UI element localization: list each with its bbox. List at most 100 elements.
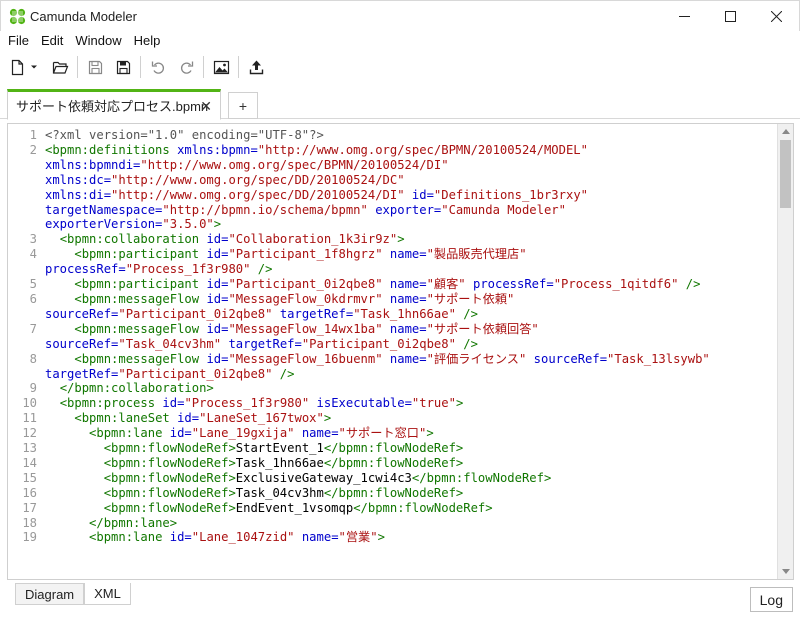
code-line: 3 <bpmn:collaboration id="Collaboration_…	[30, 232, 777, 247]
code-token: exporter=	[375, 202, 442, 217]
code-line: 16 <bpmn:flowNodeRef>Task_04cv3hm</bpmn:…	[22, 485, 777, 501]
code-token: >	[377, 530, 385, 545]
code-token: "製品販売代理店"	[426, 247, 527, 262]
code-token: "http://www.omg.org/spec/DD/20100524/DI"	[111, 187, 405, 202]
code-area[interactable]: 1 <?xml version="1.0" encoding="UTF-8"?> 2…	[22, 128, 777, 545]
undo-button[interactable]	[144, 53, 172, 81]
code-line: 8 <bpmn:messageFlow id="MessageFlow_16bu…	[30, 351, 777, 367]
scroll-up-arrow-icon[interactable]	[782, 129, 790, 134]
code-token: targetRef=	[228, 336, 302, 351]
code-token: name=	[389, 321, 427, 336]
code-token: <bpmn:definitions	[45, 142, 178, 157]
code-token: Task_04cv3hm	[235, 485, 324, 500]
line-number: 6	[29, 291, 37, 306]
vertical-scrollbar[interactable]	[777, 124, 793, 579]
code-line: xmlns:di="http://www.omg.org/spec/DD/201…	[45, 188, 777, 203]
code-token: StartEvent_1	[235, 441, 324, 456]
new-file-dropdown-button[interactable]	[28, 53, 40, 81]
code-line: 18 </bpmn:lane>	[22, 516, 777, 531]
code-token: "サポート窓口"	[338, 426, 427, 441]
menu-file[interactable]: File	[2, 31, 35, 51]
line-number: 12	[22, 426, 37, 441]
save-all-button[interactable]	[109, 53, 137, 81]
xml-editor[interactable]: 1 <?xml version="1.0" encoding="UTF-8"?> 2…	[7, 123, 794, 580]
code-token: name=	[301, 426, 339, 441]
code-token: "http://www.omg.org/spec/BPMN/20100524/D…	[140, 157, 449, 172]
save-button[interactable]	[81, 53, 109, 81]
line-number: 17	[22, 500, 37, 515]
scroll-down-arrow-icon[interactable]	[782, 569, 790, 574]
export-image-button[interactable]	[207, 53, 235, 81]
code-token: sourceRef=	[45, 336, 119, 351]
file-tab-active[interactable]: サポート依頼対応プロセス.bpmn ✕	[7, 89, 221, 120]
scrollbar-thumb[interactable]	[780, 140, 791, 208]
file-tab-strip: サポート依頼対応プロセス.bpmn ✕	[0, 85, 800, 120]
code-token: id=	[411, 187, 434, 202]
code-token: xmlns:bpmndi=	[45, 157, 141, 172]
code-token: ExclusiveGateway_1cwi4c3	[235, 470, 412, 485]
add-tab-button[interactable]: +	[228, 92, 258, 119]
menu-window[interactable]: Window	[69, 31, 127, 51]
code-token: id=	[206, 277, 229, 292]
code-line: 10 <bpmn:process id="Process_1f3r980" is…	[22, 396, 777, 411]
code-token: "Participant_1f8hgrz"	[228, 247, 383, 262]
dropdown-arrow-icon	[31, 65, 37, 69]
line-number: 1	[29, 128, 37, 142]
code-token: id=	[169, 530, 192, 545]
code-line: 4 <bpmn:participant id="Participant_1f8h…	[30, 247, 777, 262]
code-line: exporterVersion="3.5.0">	[45, 217, 777, 232]
code-token: "3.5.0"	[162, 217, 214, 232]
code-token: "http://www.omg.org/spec/BPMN/20100524/M…	[257, 142, 588, 157]
code-token: id=	[206, 351, 229, 366]
code-token: <bpmn:participant	[74, 247, 207, 262]
maximize-button[interactable]	[707, 1, 753, 32]
open-file-button[interactable]	[46, 53, 74, 81]
menu-edit[interactable]: Edit	[35, 31, 69, 51]
close-icon	[770, 11, 782, 22]
line-number: 8	[29, 351, 37, 366]
line-number: 13	[22, 441, 37, 456]
code-token: >	[323, 411, 332, 426]
line-number: 15	[22, 470, 37, 485]
deploy-button[interactable]	[242, 53, 270, 81]
line-number: 16	[22, 485, 37, 500]
redo-button[interactable]	[172, 53, 200, 81]
code-token: >	[426, 426, 434, 441]
minimize-button[interactable]	[661, 1, 707, 32]
code-token: <bpmn:collaboration	[59, 232, 207, 247]
line-number: 18	[22, 515, 37, 530]
code-token: </bpmn:flowNodeRef>	[323, 455, 464, 470]
line-number: 2	[29, 142, 37, 157]
code-line: 6 <bpmn:messageFlow id="MessageFlow_0kdr…	[30, 291, 777, 307]
code-token: sourceRef=	[533, 351, 608, 366]
code-token: <bpmn:flowNodeRef>	[103, 455, 236, 470]
log-button[interactable]: Log	[749, 587, 793, 612]
code-token: "評価ライセンス"	[426, 351, 527, 366]
code-line: 13 <bpmn:flowNodeRef>StartEvent_1</bpmn:…	[22, 441, 777, 456]
save-icon	[88, 60, 102, 74]
new-file-button[interactable]	[6, 53, 28, 81]
code-token: />	[250, 262, 273, 277]
code-line: processRef="Process_1f3r980" />	[45, 262, 777, 277]
code-token: <bpmn:lane	[89, 530, 170, 545]
code-line: 9 </bpmn:collaboration>	[30, 381, 777, 396]
code-token: >	[455, 396, 464, 411]
code-line: 1 <?xml version="1.0" encoding="UTF-8"?>	[30, 128, 777, 143]
code-token: </bpmn:flowNodeRef>	[323, 441, 464, 456]
toolbar-separator	[203, 56, 204, 78]
code-token: "顧客"	[426, 277, 466, 292]
code-token: "サポート依頼"	[426, 291, 515, 306]
tab-xml[interactable]: XML	[84, 583, 131, 605]
code-line: 17 <bpmn:flowNodeRef>EndEvent_1vsomqp</b…	[22, 501, 777, 516]
tab-diagram[interactable]: Diagram	[15, 583, 85, 605]
menu-help[interactable]: Help	[128, 31, 167, 51]
tab-close-icon[interactable]: ✕	[200, 99, 212, 113]
close-window-button[interactable]	[753, 1, 799, 32]
